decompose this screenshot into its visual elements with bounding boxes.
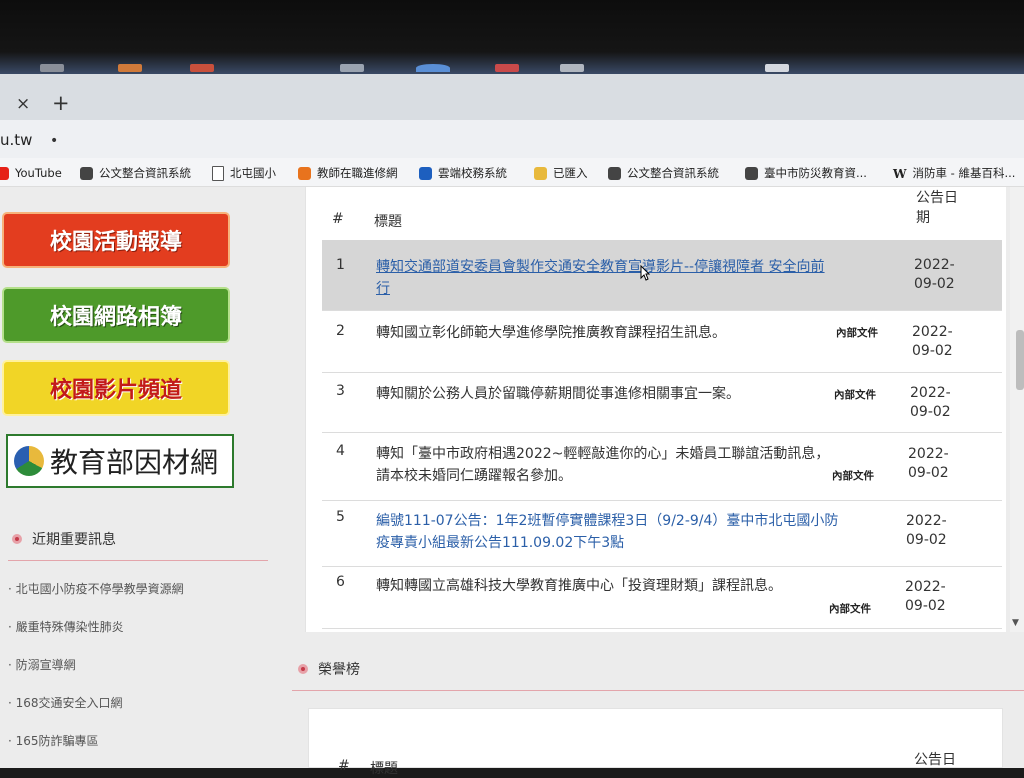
- taskbar-app-icon[interactable]: [495, 64, 519, 72]
- taskbar-app-icon[interactable]: [340, 64, 364, 72]
- section-bullet-icon: [298, 664, 308, 674]
- taskbar-app-icon[interactable]: [118, 64, 142, 72]
- bookmark-document-system-2[interactable]: 公文整合資訊系統: [608, 164, 719, 182]
- bookmark-document-system[interactable]: 公文整合資訊系統: [80, 164, 191, 182]
- row-number: 1: [336, 257, 345, 273]
- honor-roll-heading: 榮譽榜: [298, 659, 360, 679]
- campus-video-banner[interactable]: 校園影片頻道: [2, 360, 230, 416]
- bookmark-cloud-system[interactable]: 雲端校務系統: [419, 164, 507, 182]
- internal-document-badge: 內部文件: [832, 470, 874, 482]
- column-header-number: #: [332, 211, 344, 227]
- sidebar-link[interactable]: · 165防詐騙專區: [8, 732, 99, 749]
- section-divider: [292, 690, 1024, 691]
- row-number: 6: [336, 574, 345, 590]
- scrollbar-thumb[interactable]: [1016, 330, 1024, 390]
- taskbar-app-icon[interactable]: [765, 64, 789, 72]
- new-tab-button[interactable]: +: [52, 91, 70, 115]
- column-header-number: #: [338, 758, 350, 774]
- announcement-date: 2022- 09-02: [910, 385, 951, 420]
- moe-adaptive-learning-banner[interactable]: 教育部因材網: [6, 434, 234, 488]
- column-header-title: 標題: [374, 214, 402, 230]
- bookmark-wikipedia[interactable]: W 消防車 - 維基百科...: [893, 164, 1015, 182]
- bookmark-folder-imported[interactable]: 已匯入: [534, 164, 588, 182]
- announcement-date: 2022- 09-02: [908, 446, 949, 481]
- honor-roll-panel: [308, 708, 1003, 768]
- url-separator: •: [50, 133, 59, 149]
- taskbar-app-icon[interactable]: [416, 64, 450, 72]
- folder-icon: [534, 166, 547, 180]
- campus-album-banner[interactable]: 校園網路相簿: [2, 287, 230, 343]
- browser-tab-strip: [0, 74, 1024, 120]
- address-bar[interactable]: [0, 120, 1024, 158]
- internal-document-badge: 內部文件: [836, 327, 878, 339]
- recent-news-heading: 近期重要訊息: [12, 529, 116, 549]
- announcement-title-link[interactable]: 轉知轉國立高雄科技大學教育推廣中心「投資理財類」課程訊息。: [376, 575, 782, 597]
- section-divider: [8, 560, 268, 561]
- orange-app-icon: [298, 166, 311, 180]
- announcement-title-link[interactable]: 轉知國立彰化師範大學進修學院推廣教育課程招生訊息。: [376, 322, 726, 344]
- announcement-date: 2022- 09-02: [912, 324, 953, 359]
- cloud-icon: [419, 166, 432, 180]
- taskbar-app-icon[interactable]: [190, 64, 214, 72]
- announcement-title-link[interactable]: 轉知關於公務人員於留職停薪期間從事進修相關事宜一案。: [376, 383, 740, 405]
- row-number: 5: [336, 509, 345, 525]
- globe-icon: [80, 166, 93, 180]
- document-icon: [212, 165, 224, 181]
- bookmark-teacher-training[interactable]: 教師在職進修網: [298, 164, 398, 182]
- wikipedia-icon: W: [893, 166, 907, 181]
- sidebar-link[interactable]: · 嚴重特殊傳染性肺炎: [8, 618, 124, 635]
- os-taskbar: [0, 0, 1024, 74]
- announcement-title-link[interactable]: 轉知「臺中市政府相遇2022~輕輕敲進你的心」未婚員工聯誼活動訊息， 請本校未婚同…: [376, 443, 829, 487]
- adaptive-learning-logo-icon: [14, 446, 44, 476]
- announcement-date: 2022- 09-02: [906, 513, 947, 548]
- mouse-cursor-icon: [640, 265, 650, 281]
- row-number: 3: [336, 383, 345, 399]
- bookmark-disaster-education[interactable]: 臺中市防災教育資...: [745, 164, 867, 182]
- column-header-date: 公告日期: [916, 190, 958, 226]
- bookmark-beitun-school[interactable]: 北屯國小: [212, 164, 276, 182]
- taskbar-app-icon[interactable]: [560, 64, 584, 72]
- announcement-title-link[interactable]: 轉知交通部道安委員會製作交通安全教育宣導影片--停讓視障者 安全向前行: [376, 256, 896, 300]
- internal-document-badge: 內部文件: [829, 603, 871, 615]
- sidebar-link[interactable]: · 防溺宣導網: [8, 656, 76, 673]
- announcement-date: 2022- 09-02: [905, 579, 946, 614]
- campus-activity-banner[interactable]: 校園活動報導: [2, 212, 230, 268]
- sidebar-link[interactable]: · 168交通安全入口網: [8, 694, 123, 711]
- section-bullet-icon: [12, 534, 22, 544]
- row-number: 4: [336, 443, 345, 459]
- globe-icon: [745, 166, 758, 180]
- close-tab-icon[interactable]: ×: [16, 94, 30, 114]
- globe-icon: [608, 166, 621, 180]
- scroll-down-arrow-icon[interactable]: ▼: [1012, 618, 1019, 628]
- url-text[interactable]: u.tw: [0, 131, 32, 149]
- announcement-title-link[interactable]: 編號111-07公告：1年2班暫停實體課程3日（9/2-9/4）臺中市北屯國小防…: [376, 510, 896, 554]
- panel-scrollbar[interactable]: [1010, 187, 1024, 632]
- column-header-title: 標題: [370, 761, 398, 777]
- row-number: 2: [336, 323, 345, 339]
- youtube-icon: [0, 166, 9, 180]
- column-header-date: 公告日: [914, 752, 956, 768]
- bookmark-youtube[interactable]: YouTube: [0, 164, 62, 182]
- announcement-date: 2022- 09-02: [914, 257, 955, 292]
- taskbar-app-icon[interactable]: [40, 64, 64, 72]
- internal-document-badge: 內部文件: [834, 389, 876, 401]
- sidebar-link[interactable]: · 北屯國小防疫不停學教學資源網: [8, 580, 184, 597]
